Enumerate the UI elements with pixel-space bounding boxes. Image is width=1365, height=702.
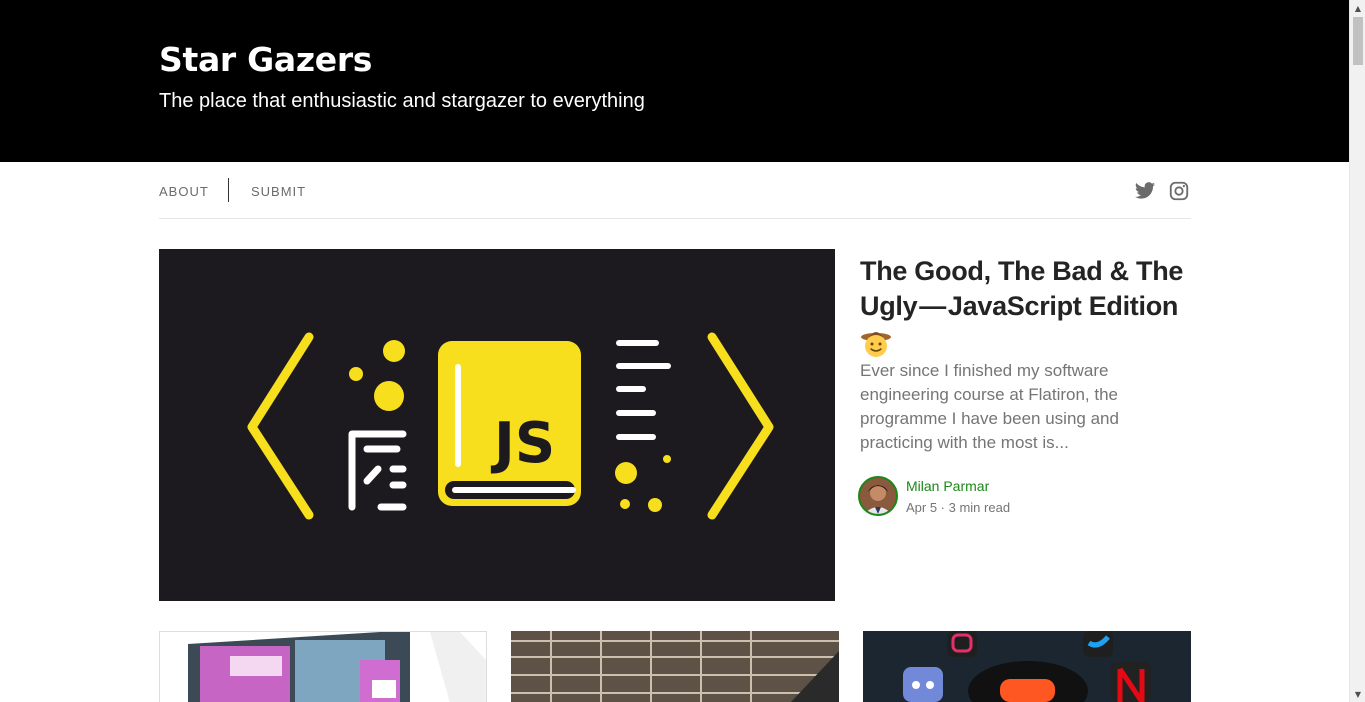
vertical-scrollbar[interactable]: ▲ ▼: [1349, 0, 1365, 702]
social-apps-3d-icons: [863, 631, 1191, 702]
featured-post-image[interactable]: JS: [159, 249, 835, 601]
website-illustration: [160, 632, 486, 702]
post-card-image-2[interactable]: [511, 631, 839, 702]
post-card-image-1[interactable]: [159, 631, 487, 702]
nav-about-link[interactable]: ABOUT: [159, 184, 209, 199]
post-meta: Apr 5 · 3 min read: [906, 500, 1011, 515]
publication-tagline: The place that enthusiastic and stargaze…: [159, 90, 645, 112]
author-photo: [860, 478, 896, 514]
cowboy-face-emoji-icon: [861, 331, 891, 357]
twitter-icon[interactable]: [1134, 180, 1156, 202]
instagram-icon[interactable]: [1168, 180, 1190, 202]
publication-header: Star Gazers The place that enthusiastic …: [0, 0, 1349, 162]
publication-nav: ABOUT SUBMIT: [159, 162, 1191, 219]
building-scaffold-photo: [511, 631, 839, 702]
publication-title[interactable]: Star Gazers: [159, 40, 372, 79]
featured-post-excerpt[interactable]: Ever since I finished my software engine…: [860, 359, 1150, 455]
js-book-label: JS: [490, 411, 555, 476]
author-avatar[interactable]: [858, 476, 898, 516]
author-name[interactable]: Milan Parmar: [906, 478, 989, 494]
post-card-image-3[interactable]: [863, 631, 1191, 702]
scroll-up-arrow-icon[interactable]: ▲: [1350, 0, 1365, 16]
featured-post-title[interactable]: The Good, The Bad & The Ugly — JavaScrip…: [860, 254, 1190, 359]
featured-post-title-text[interactable]: The Good, The Bad & The Ugly — JavaScrip…: [860, 256, 1183, 321]
scroll-thumb[interactable]: [1353, 17, 1363, 65]
nav-divider: [228, 178, 229, 202]
scroll-down-arrow-icon[interactable]: ▼: [1350, 686, 1365, 702]
javascript-book-illustration: JS: [247, 332, 774, 520]
nav-submit-link[interactable]: SUBMIT: [251, 184, 306, 199]
